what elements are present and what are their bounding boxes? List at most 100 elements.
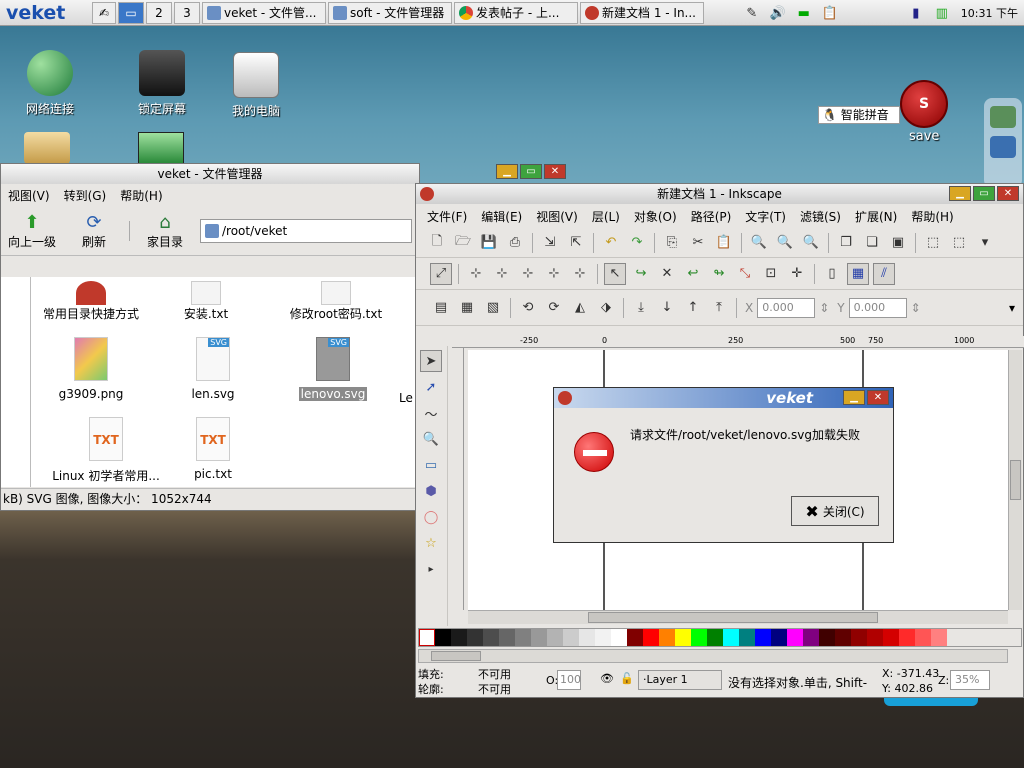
color-swatch[interactable]	[723, 629, 739, 646]
color-swatch[interactable]	[451, 629, 467, 646]
workspace-3-button[interactable]: 3	[174, 1, 200, 24]
network-icon[interactable]: ▮	[905, 2, 927, 24]
file-item-selected[interactable]: SVG lenovo.svg	[293, 337, 373, 401]
color-swatch[interactable]	[851, 629, 867, 646]
copy-icon[interactable]: ⎘	[661, 232, 683, 254]
color-swatch[interactable]	[515, 629, 531, 646]
overflow-chevron-icon[interactable]: ▾	[974, 232, 996, 254]
import-icon[interactable]: ⇲	[539, 232, 561, 254]
clone-icon[interactable]: ❏	[861, 232, 883, 254]
signal-icon[interactable]: ▥	[931, 2, 953, 24]
scrollbar-thumb[interactable]	[588, 612, 878, 623]
color-swatch[interactable]	[931, 629, 947, 646]
pen-icon[interactable]: ✎	[741, 2, 763, 24]
vertical-scrollbar[interactable]	[1008, 350, 1022, 610]
show-desktop-icon[interactable]: ▭	[118, 1, 144, 24]
color-swatch[interactable]	[867, 629, 883, 646]
menu-view[interactable]: 视图(V)	[529, 208, 585, 225]
duplicate-icon[interactable]: ❐	[835, 232, 857, 254]
lock-icon[interactable]: 🔓	[620, 672, 634, 685]
task-file-manager-soft[interactable]: soft - 文件管理器	[328, 1, 452, 24]
flip-vertical-icon[interactable]: ⬗	[595, 297, 617, 319]
color-swatch[interactable]	[563, 629, 579, 646]
palette-scrollbar[interactable]	[418, 649, 1008, 663]
ungroup-icon[interactable]: ⬚	[948, 232, 970, 254]
rectangle-tool-icon[interactable]: ▭	[420, 454, 442, 476]
maximize-button[interactable]: ▭	[520, 164, 542, 179]
color-swatch[interactable]	[467, 629, 483, 646]
color-swatch[interactable]	[643, 629, 659, 646]
dock-monitor-icon[interactable]	[990, 136, 1016, 158]
color-swatch[interactable]	[899, 629, 915, 646]
save-icon[interactable]: 💾	[478, 232, 500, 254]
layer-dropdown[interactable]: ·Layer 1	[638, 670, 722, 690]
redo-icon[interactable]: ↷	[626, 232, 648, 254]
color-swatch[interactable]	[531, 629, 547, 646]
star-tool-icon[interactable]: ☆	[420, 532, 442, 554]
menu-file[interactable]: 文件(F)	[420, 208, 474, 225]
snap-center-icon[interactable]: ⊹	[569, 263, 591, 285]
snap-grid-icon[interactable]: ▦	[847, 262, 869, 285]
file-manager-titlebar[interactable]: veket - 文件管理器	[1, 164, 419, 184]
maximize-button[interactable]: ▭	[973, 186, 995, 201]
raise-icon[interactable]: ↑	[682, 297, 704, 319]
minimize-button[interactable]: ▁	[949, 186, 971, 201]
x-input[interactable]: 0.000	[757, 297, 816, 318]
snap-corner-icon[interactable]: ⊹	[517, 263, 539, 285]
3d-box-tool-icon[interactable]: ⬢	[420, 480, 442, 502]
flip-horizontal-icon[interactable]: ◭	[569, 297, 591, 319]
more-tools-icon[interactable]: ▸	[420, 558, 442, 580]
path-bar[interactable]: /root/veket	[200, 218, 412, 243]
dialog-titlebar[interactable]: veket ▁ ✕	[554, 388, 893, 408]
task-inkscape[interactable]: 新建文档 1 - In...	[580, 1, 704, 24]
color-swatch[interactable]	[483, 629, 499, 646]
battery-icon[interactable]: ▬	[793, 2, 815, 24]
color-swatch[interactable]	[547, 629, 563, 646]
menu-extensions[interactable]: 扩展(N)	[848, 208, 904, 225]
selector-tool-icon[interactable]: ➤	[420, 350, 442, 372]
snap-smooth-icon[interactable]: ↩	[682, 263, 704, 285]
ime-indicator[interactable]: 🐧 智能拼音	[818, 106, 900, 124]
minimize-button[interactable]: ▁	[843, 390, 865, 405]
minimize-button[interactable]: ▁	[496, 164, 518, 179]
zoom-page-icon[interactable]: 🔍	[800, 232, 822, 254]
raise-top-icon[interactable]: ⤒	[708, 297, 730, 319]
color-swatch[interactable]	[499, 629, 515, 646]
clock[interactable]: 10:31 下午	[961, 5, 1018, 21]
scrollbar-thumb[interactable]	[431, 651, 481, 661]
color-swatch[interactable]	[883, 629, 899, 646]
dock-app-icon[interactable]	[990, 106, 1016, 128]
zoom-tool-icon[interactable]: 🔍	[420, 428, 442, 450]
cut-icon[interactable]: ✂	[687, 232, 709, 254]
package-icon[interactable]	[24, 132, 70, 164]
file-item[interactable]: g3909.png	[51, 337, 131, 401]
undo-icon[interactable]: ↶	[600, 232, 622, 254]
desktop-icon-network[interactable]: 网络连接	[10, 50, 90, 117]
menu-text[interactable]: 文字(T)	[738, 208, 793, 225]
image-viewer-icon[interactable]	[138, 132, 184, 164]
task-chrome[interactable]: 发表帖子 - 上...	[454, 1, 578, 24]
snap-edge-icon[interactable]: ⊹	[491, 263, 513, 285]
spin-icon[interactable]: ⇕	[819, 301, 829, 315]
select-all-icon[interactable]: ▤	[430, 297, 452, 319]
snap-midpoint-icon[interactable]: ⊹	[543, 263, 565, 285]
snap-toggle-icon[interactable]: ⤢	[430, 262, 452, 285]
menu-filters[interactable]: 滤镜(S)	[793, 208, 848, 225]
color-swatch[interactable]	[787, 629, 803, 646]
color-swatch[interactable]	[771, 629, 787, 646]
rotate-ccw-icon[interactable]: ⟲	[517, 297, 539, 319]
up-button[interactable]: ⬆ 向上一级	[1, 212, 63, 250]
color-swatch[interactable]	[435, 629, 451, 646]
horizontal-scrollbar[interactable]	[468, 610, 1008, 624]
clipboard-icon[interactable]: 📋	[819, 2, 841, 24]
save-icon[interactable]: S	[900, 80, 948, 128]
color-swatch[interactable]	[915, 629, 931, 646]
menu-go[interactable]: 转到(G)	[57, 187, 114, 204]
menu-path[interactable]: 路径(P)	[684, 208, 739, 225]
unlink-clone-icon[interactable]: ▣	[887, 232, 909, 254]
color-swatch[interactable]	[691, 629, 707, 646]
file-item[interactable]: TXT Linux 初学者常用...	[51, 417, 161, 484]
zoom-selection-icon[interactable]: 🔍	[748, 232, 770, 254]
home-button[interactable]: ⌂ 家目录	[134, 212, 196, 250]
snap-guide-icon[interactable]: ⫽	[873, 262, 895, 285]
